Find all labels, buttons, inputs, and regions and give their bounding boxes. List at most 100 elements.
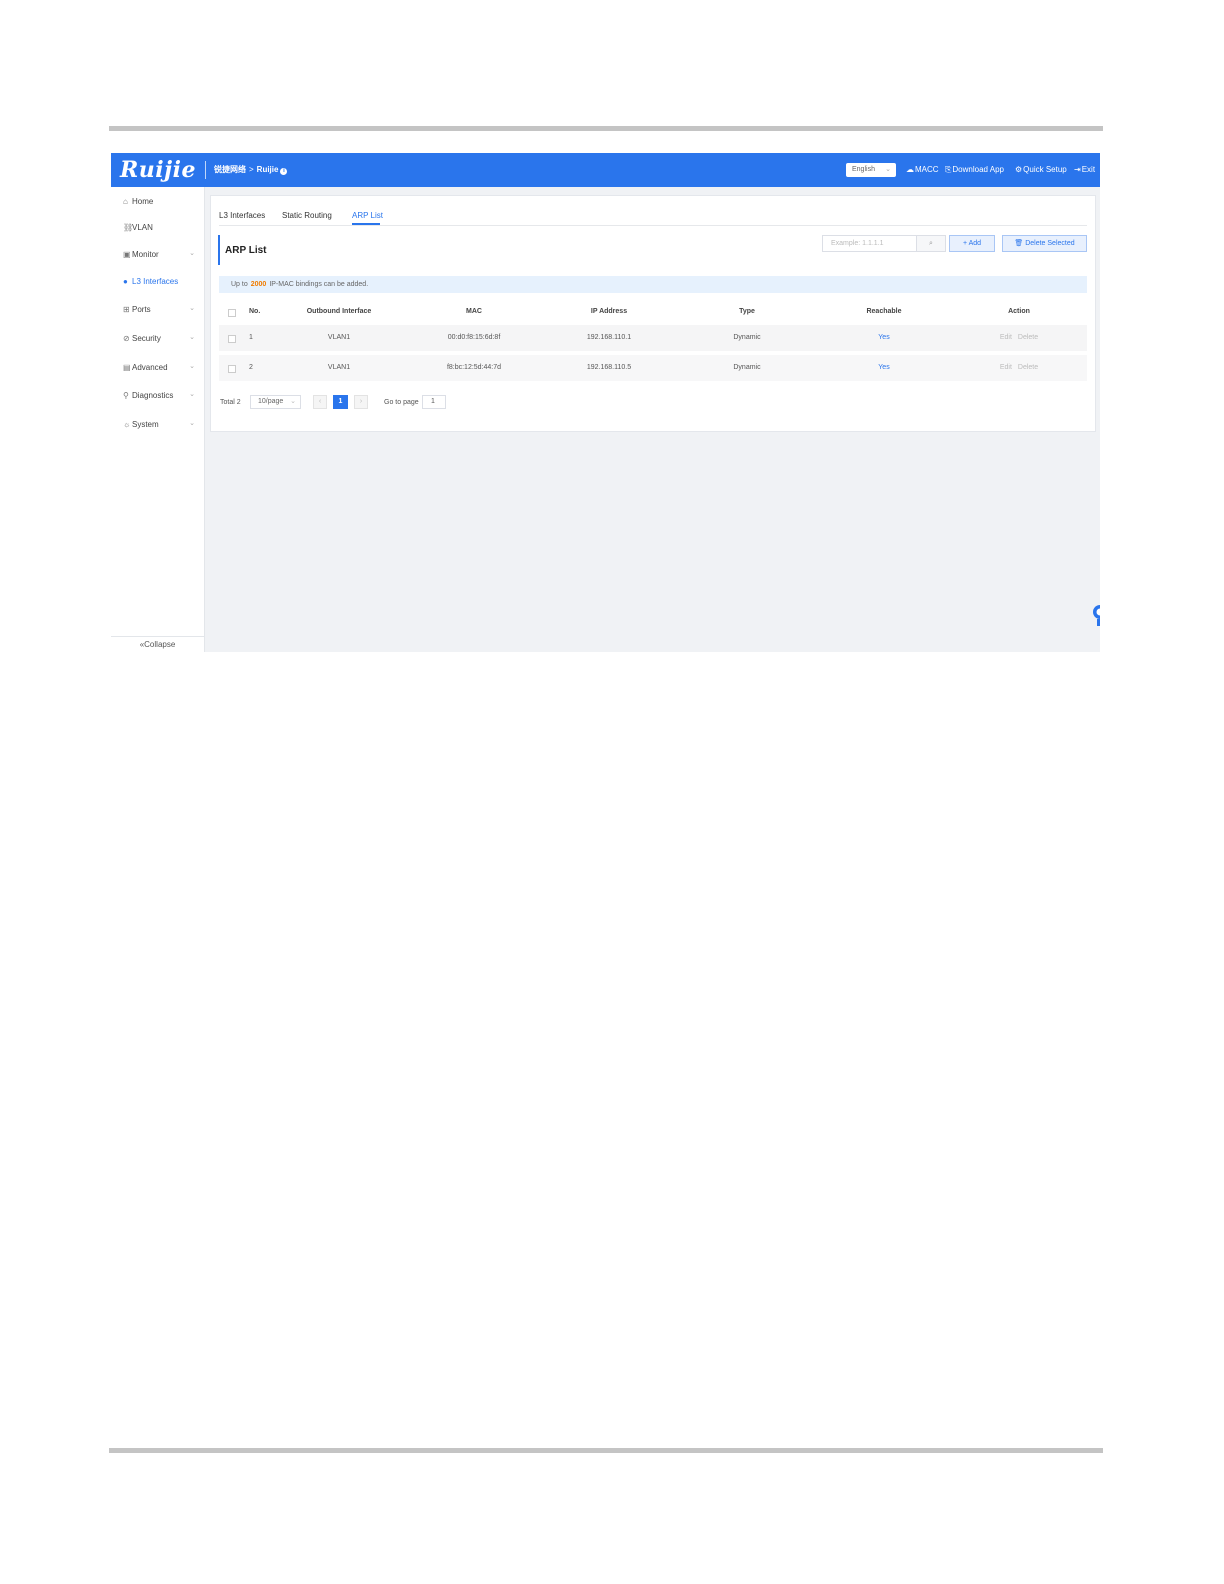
- sidebar-item-security[interactable]: ⊘ Security ⌄: [123, 334, 195, 343]
- ruijie-logo: Ruijie: [120, 157, 196, 183]
- goto-page-input[interactable]: 1: [422, 395, 446, 409]
- goto-label: Go to page: [384, 399, 419, 406]
- diagnostics-icon: ⚲: [123, 391, 129, 400]
- column-header-type: Type: [739, 308, 755, 315]
- sidebar-item-ports[interactable]: ⊞ Ports ⌄: [123, 305, 195, 314]
- row-mac: f8:bc:12:5d:44:7d: [446, 364, 502, 371]
- row-actions: Edit Delete: [969, 355, 1069, 381]
- advanced-icon: ▤: [123, 363, 131, 372]
- ports-icon: ⊞: [123, 305, 130, 314]
- system-icon: ☼: [123, 420, 131, 429]
- tab-static-routing[interactable]: Static Routing: [282, 211, 332, 220]
- page-bottom-rule: [109, 1448, 1103, 1453]
- edit-button[interactable]: Edit: [1000, 334, 1012, 341]
- add-button[interactable]: + Add: [949, 235, 995, 252]
- row-checkbox[interactable]: [228, 335, 236, 343]
- delete-button[interactable]: Delete: [1018, 334, 1038, 341]
- sidebar-item-system[interactable]: ☼ System ⌄: [123, 420, 195, 429]
- exit-link[interactable]: ⇥Exit: [1074, 165, 1095, 174]
- exit-icon: ⇥: [1074, 165, 1081, 174]
- sidebar-item-l3-interfaces[interactable]: ● L3 Interfaces: [123, 277, 195, 286]
- search-input[interactable]: Example: 1.1.1.1: [822, 235, 917, 252]
- download-icon: ⎘: [945, 165, 952, 174]
- gear-icon: ⚙: [1015, 165, 1023, 174]
- row-ip: 192.168.110.1: [586, 334, 632, 341]
- row-no: 1: [249, 334, 253, 341]
- vlan-icon: ⛓: [123, 223, 134, 232]
- breadcrumb: 锐捷网络 > Ruijie i: [214, 164, 288, 175]
- row-mac: 00:d0:f8:15:6d:8f: [447, 334, 501, 341]
- column-header-interface: Outbound Interface: [306, 308, 372, 315]
- delete-button[interactable]: Delete: [1018, 364, 1038, 371]
- breadcrumb-current: Ruijie: [256, 165, 279, 174]
- globe-icon: ●: [123, 277, 128, 286]
- tab-l3-interfaces[interactable]: L3 Interfaces: [219, 211, 265, 220]
- language-value: English: [852, 166, 875, 173]
- breadcrumb-root[interactable]: 锐捷网络: [214, 165, 246, 174]
- column-header-ip: IP Address: [590, 308, 628, 315]
- table-header: No. Outbound Interface MAC IP Address Ty…: [219, 299, 1087, 325]
- row-checkbox[interactable]: [228, 365, 236, 373]
- chevron-down-icon: ⌄: [189, 363, 195, 370]
- chevron-left-icon: ‹: [318, 398, 322, 405]
- chevron-right-icon: ›: [359, 398, 363, 405]
- collapse-button[interactable]: «Collapse: [111, 636, 204, 652]
- sidebar: ⌂ Home ⛓VLAN ▣Monitor ⌄ ● L3 Interfaces ⊞ Po…: [111, 187, 205, 652]
- cloud-icon: ☁: [906, 165, 914, 174]
- row-reachable: Yes: [878, 364, 890, 371]
- table-row: 2 VLAN1 f8:bc:12:5d:44:7d 192.168.110.5 …: [219, 355, 1087, 381]
- select-all-checkbox[interactable]: [228, 309, 236, 317]
- chevron-down-icon: ⌄: [189, 250, 195, 257]
- row-type: Dynamic: [733, 334, 761, 341]
- chevron-down-icon: ⌄: [189, 334, 195, 341]
- macc-link[interactable]: ☁MACC: [906, 165, 939, 174]
- page-title: ARP List: [225, 245, 267, 256]
- search-icon: ⌕: [929, 240, 933, 247]
- breadcrumb-separator: >: [249, 165, 254, 174]
- row-actions: Edit Delete: [969, 325, 1069, 351]
- download-app-link[interactable]: ⎘Download App: [945, 165, 1004, 175]
- header-divider: [205, 161, 206, 179]
- row-ip: 192.168.110.5: [586, 364, 632, 371]
- trash-icon: 🗑︎: [1014, 240, 1026, 247]
- sidebar-item-advanced[interactable]: ▤Advanced ⌄: [123, 363, 195, 372]
- chevron-down-icon: ⌄: [290, 398, 296, 405]
- chevron-down-icon: ⌄: [189, 391, 195, 398]
- row-no: 2: [249, 364, 253, 371]
- quick-setup-link[interactable]: ⚙Quick Setup: [1015, 165, 1067, 174]
- prev-page-button[interactable]: ‹: [313, 395, 327, 409]
- row-interface: VLAN1: [327, 334, 351, 341]
- sidebar-item-monitor[interactable]: ▣Monitor ⌄: [123, 250, 195, 259]
- column-header-action: Action: [1008, 308, 1030, 315]
- table-row: 1 VLAN1 00:d0:f8:15:6d:8f 192.168.110.1 …: [219, 325, 1087, 351]
- next-page-button[interactable]: ›: [354, 395, 368, 409]
- active-tab-indicator: [352, 223, 380, 225]
- top-bar: Ruijie 锐捷网络 > Ruijie i English ⌄ ☁MACC ⎘Dow…: [111, 153, 1100, 187]
- search-button[interactable]: ⌕: [916, 235, 946, 252]
- tab-divider: [219, 225, 1087, 226]
- page-top-rule: [109, 126, 1103, 131]
- total-count: Total 2: [220, 399, 241, 406]
- edit-button[interactable]: Edit: [1000, 364, 1012, 371]
- sidebar-item-diagnostics[interactable]: ⚲ Diagnostics ⌄: [123, 391, 195, 400]
- current-page-button[interactable]: 1: [333, 395, 348, 409]
- info-icon[interactable]: i: [280, 168, 288, 175]
- help-chat-icon[interactable]: [1089, 604, 1100, 628]
- title-accent-bar: [218, 235, 220, 265]
- arp-list-card: L3 Interfaces Static Routing ARP List AR…: [210, 195, 1096, 432]
- column-header-no: No.: [249, 308, 261, 315]
- binding-limit-count: 2000: [250, 281, 267, 288]
- sidebar-item-home[interactable]: ⌂ Home: [123, 197, 195, 206]
- column-header-mac: MAC: [466, 308, 482, 315]
- monitor-icon: ▣: [123, 250, 131, 259]
- tab-arp-list[interactable]: ARP List: [352, 211, 383, 220]
- row-reachable: Yes: [878, 334, 890, 341]
- security-icon: ⊘: [123, 334, 130, 343]
- language-select[interactable]: English ⌄: [846, 163, 896, 177]
- page-size-select[interactable]: 10/page ⌄: [250, 395, 301, 409]
- chevron-down-icon: ⌄: [885, 166, 891, 173]
- sidebar-item-vlan[interactable]: ⛓VLAN: [123, 223, 195, 232]
- column-header-reachable: Reachable: [866, 308, 902, 315]
- delete-selected-button[interactable]: 🗑︎ Delete Selected: [1002, 235, 1087, 252]
- row-type: Dynamic: [733, 364, 761, 371]
